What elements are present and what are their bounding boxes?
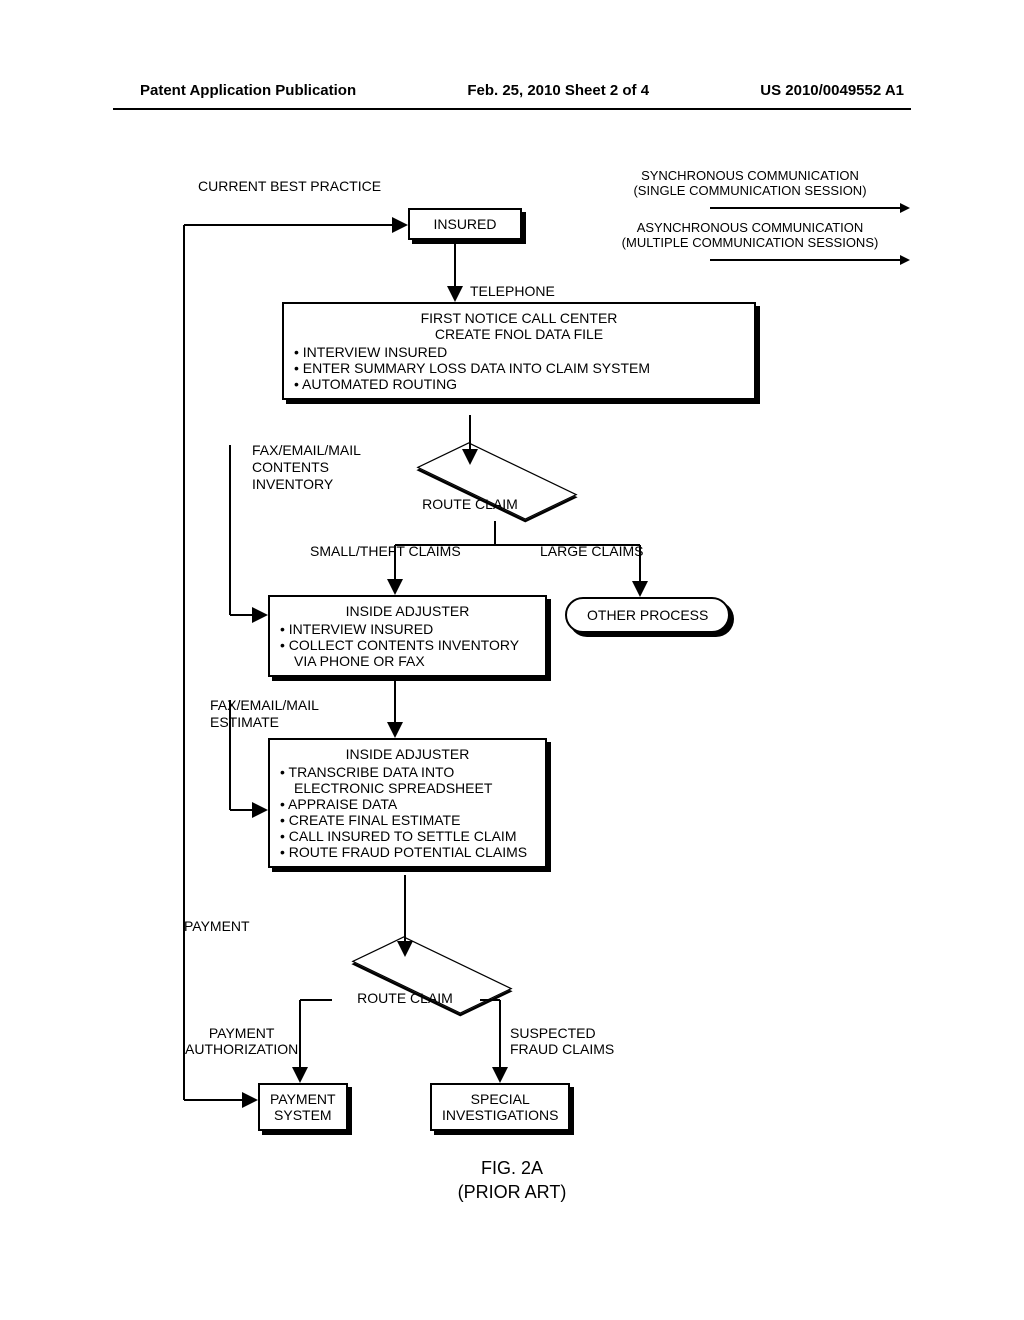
connectors — [0, 0, 1024, 1320]
